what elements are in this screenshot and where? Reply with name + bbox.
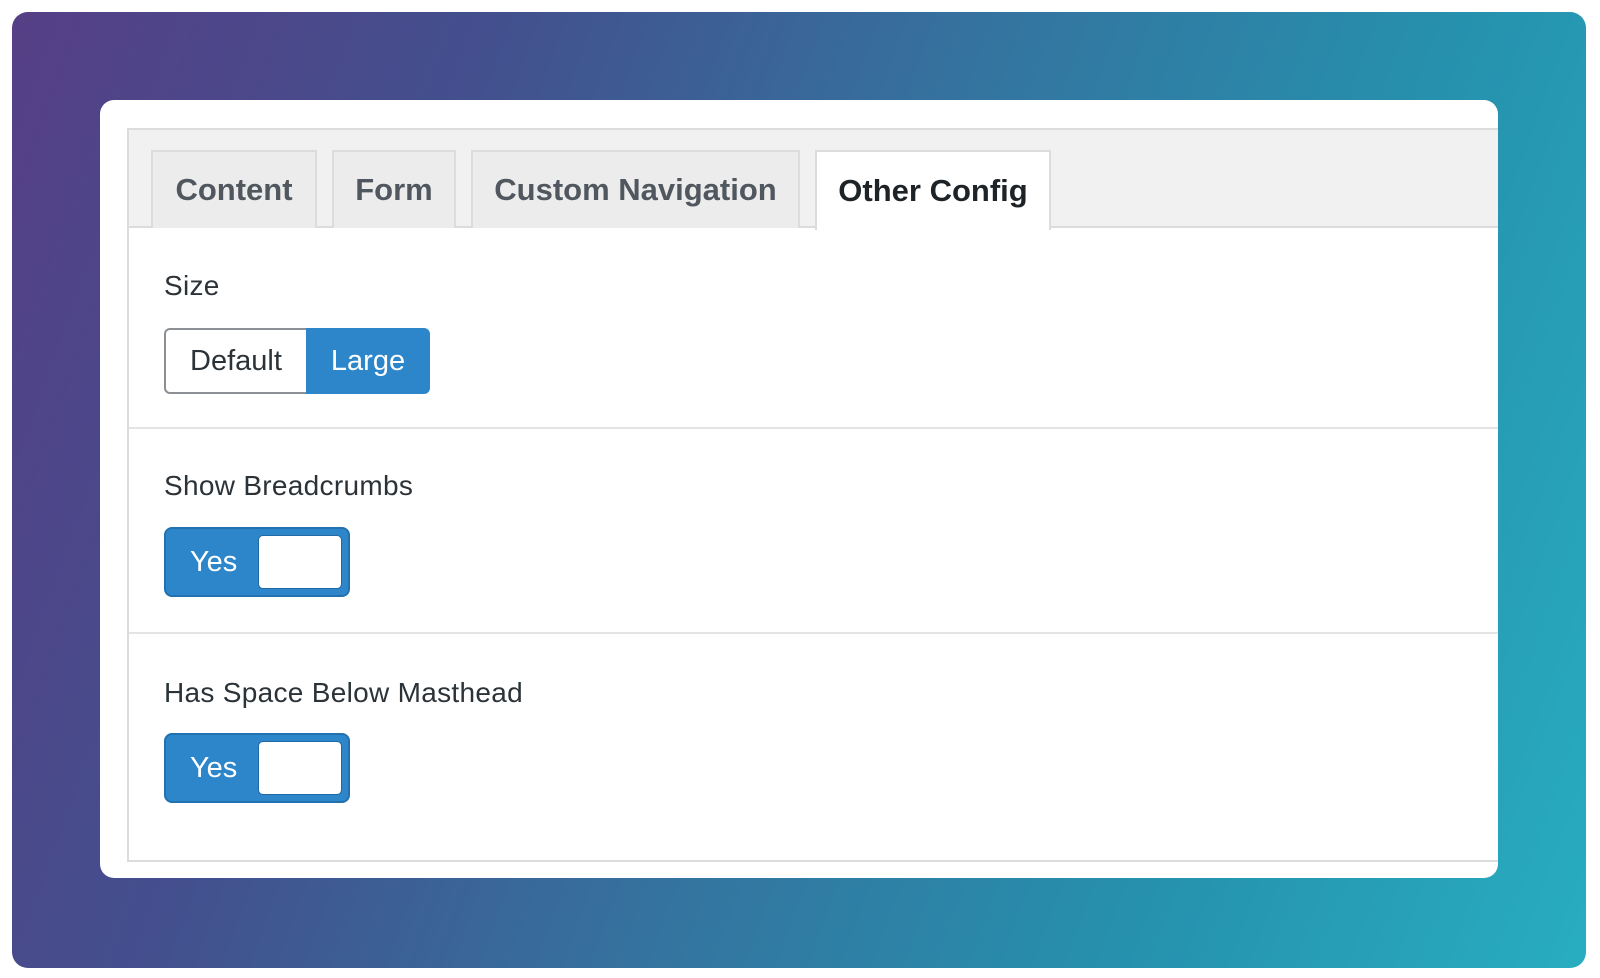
settings-panel: Content Form Custom Navigation Other Con… <box>127 128 1498 862</box>
size-button-group: Default Large <box>164 328 430 394</box>
has-space-below-masthead-toggle-label: Yes <box>190 752 238 784</box>
size-section: Size Default Large <box>129 228 1498 429</box>
tab-custom-navigation[interactable]: Custom Navigation <box>471 150 800 228</box>
tab-content[interactable]: Content <box>151 150 317 228</box>
tab-form[interactable]: Form <box>332 150 456 228</box>
toggle-knob <box>258 535 342 589</box>
tab-other-config[interactable]: Other Config <box>815 150 1051 230</box>
size-large-button[interactable]: Large <box>306 328 430 394</box>
settings-card: Content Form Custom Navigation Other Con… <box>100 100 1498 878</box>
tab-bar: Content Form Custom Navigation Other Con… <box>129 130 1498 230</box>
has-space-below-masthead-label: Has Space Below Masthead <box>164 677 523 708</box>
size-default-button[interactable]: Default <box>164 328 306 394</box>
has-space-below-masthead-toggle[interactable]: Yes <box>164 733 350 803</box>
gradient-backdrop: Content Form Custom Navigation Other Con… <box>12 12 1586 968</box>
show-breadcrumbs-label: Show Breadcrumbs <box>164 470 414 501</box>
size-label: Size <box>164 270 220 301</box>
toggle-knob <box>258 741 342 795</box>
has-space-below-masthead-section: Has Space Below Masthead Yes <box>129 634 1498 862</box>
show-breadcrumbs-section: Show Breadcrumbs Yes <box>129 429 1498 634</box>
show-breadcrumbs-toggle-label: Yes <box>190 546 238 578</box>
show-breadcrumbs-toggle[interactable]: Yes <box>164 527 350 597</box>
